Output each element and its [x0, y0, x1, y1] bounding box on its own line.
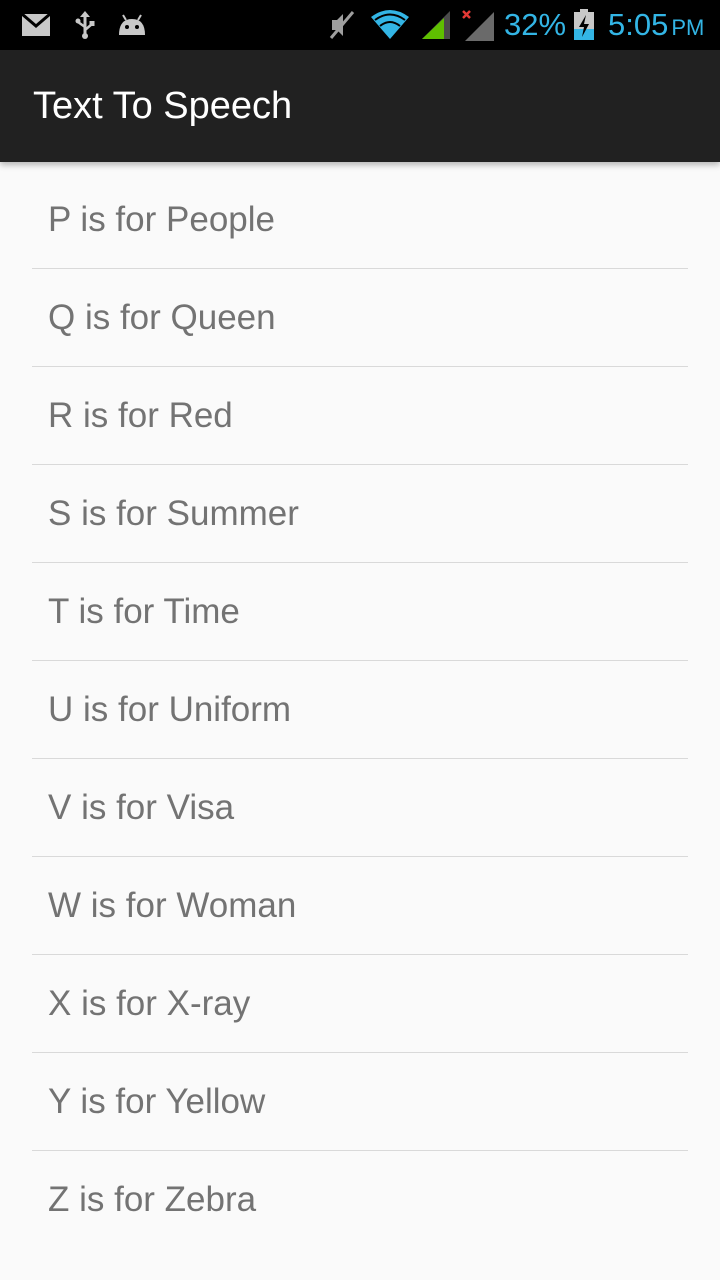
clock-time: 5:05: [608, 7, 669, 42]
list-item[interactable]: P is for People: [32, 162, 688, 269]
list-item-label: Z is for Zebra: [48, 1180, 257, 1219]
action-bar: Text To Speech: [0, 50, 720, 162]
signal-sim2-no-service-icon: [460, 0, 496, 50]
list-item[interactable]: R is for Red: [32, 367, 688, 465]
list-item-label: X is for X-ray: [48, 984, 251, 1023]
android-debug-icon: [115, 0, 149, 50]
list-item-label: R is for Red: [48, 396, 233, 435]
list-item-label: P is for People: [48, 200, 275, 239]
usb-icon: [72, 0, 98, 50]
list-item-label: S is for Summer: [48, 494, 299, 533]
list-item[interactable]: Y is for Yellow: [32, 1053, 688, 1151]
list-item-label: U is for Uniform: [48, 690, 292, 729]
list-item-label: W is for Woman: [48, 886, 297, 925]
list-item[interactable]: U is for Uniform: [32, 661, 688, 759]
list-item[interactable]: Q is for Queen: [32, 269, 688, 367]
list-item-label: T is for Time: [48, 592, 240, 631]
signal-sim1-icon: [419, 0, 453, 50]
battery-charging-icon: [572, 0, 596, 50]
list-item-label: Q is for Queen: [48, 298, 276, 337]
list-item[interactable]: T is for Time: [32, 563, 688, 661]
list-item-label: Y is for Yellow: [48, 1082, 266, 1121]
list-item[interactable]: W is for Woman: [32, 857, 688, 955]
mute-icon: [328, 0, 358, 50]
phrase-list[interactable]: P is for People Q is for Queen R is for …: [0, 162, 720, 1280]
list-item[interactable]: V is for Visa: [32, 759, 688, 857]
list-item-label: V is for Visa: [48, 788, 235, 827]
clock: 5:05 PM: [608, 0, 704, 50]
list-item[interactable]: S is for Summer: [32, 465, 688, 563]
battery-percent: 32%: [504, 7, 567, 42]
list-item[interactable]: Z is for Zebra: [32, 1151, 688, 1248]
app-title: Text To Speech: [33, 85, 293, 127]
list-item[interactable]: X is for X-ray: [32, 955, 688, 1053]
status-bar: 32% 5:05 PM: [0, 0, 720, 50]
wifi-icon: [369, 0, 411, 50]
gmail-icon: [21, 0, 51, 50]
clock-ampm: PM: [671, 15, 705, 40]
